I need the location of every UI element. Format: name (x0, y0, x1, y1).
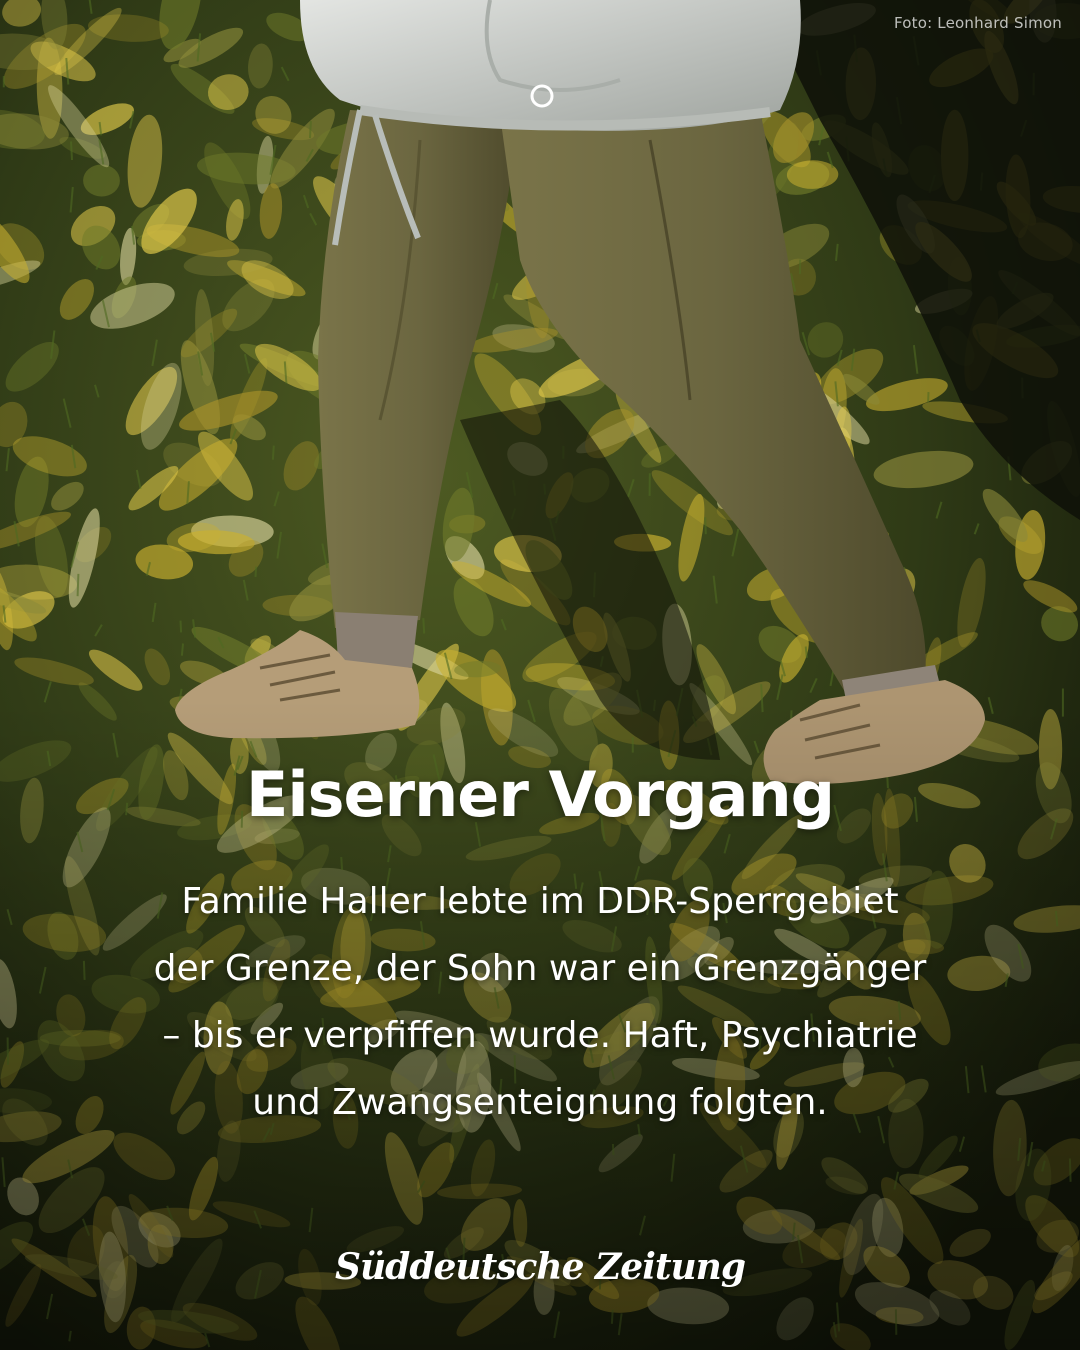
teaser-text: Familie Haller lebte im DDR-Sperrgebiet … (90, 868, 990, 1136)
grass-blade (70, 141, 73, 161)
grass-blade (76, 573, 80, 597)
grass-blade (804, 646, 808, 658)
grass-blade (180, 643, 184, 656)
headline: Eiserner Vorgang (246, 758, 835, 831)
grass-blade (179, 620, 183, 633)
teaser-line: Familie Haller lebte im DDR-Sperrgebiet (181, 881, 899, 922)
social-post-card: Foto: Leonhard Simon Eiserner Vorgang Fa… (0, 0, 1080, 1350)
brand-logo: Süddeutsche Zeitung (334, 1246, 746, 1288)
background-photo (0, 0, 1080, 1350)
teaser-line: – bis er verpfiffen wurde. Haft, Psychia… (162, 1015, 918, 1056)
grass-blade (422, 618, 426, 634)
teaser-line: und Zwangsenteignung folgten. (252, 1082, 828, 1123)
grass-blade (271, 445, 275, 460)
grass-blade (254, 566, 258, 577)
grass-blade (309, 121, 312, 139)
photo-credit: Foto: Leonhard Simon (893, 14, 1062, 32)
left-sock (335, 612, 418, 668)
grass-blade (704, 517, 707, 535)
teaser-line: der Grenze, der Sohn war ein Grenzgänger (153, 948, 927, 989)
